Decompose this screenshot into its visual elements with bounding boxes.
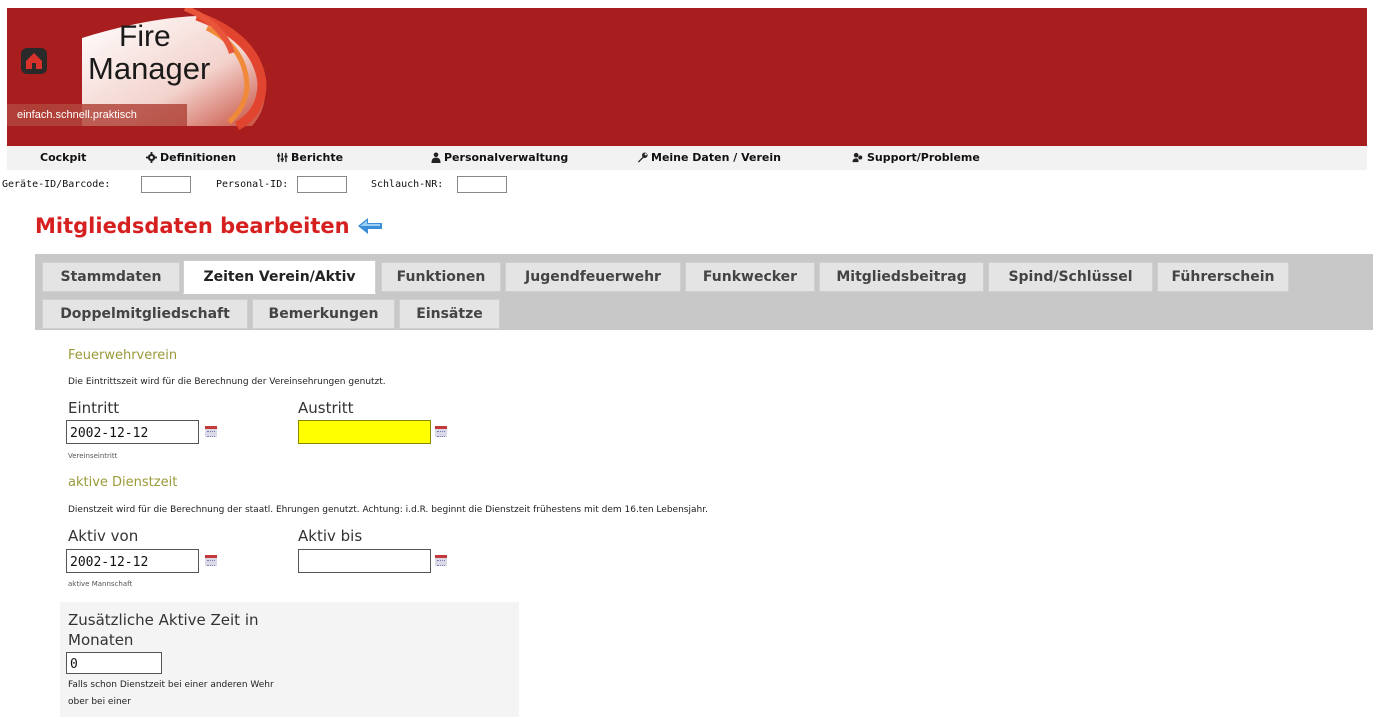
nav-personalverwaltung[interactable]: Personalverwaltung [431, 151, 568, 164]
nav-meine-daten[interactable]: Meine Daten / Verein [637, 151, 781, 164]
aktiv-bis-calendar-icon[interactable] [435, 555, 447, 566]
home-icon[interactable] [21, 48, 47, 74]
tab-zeiten-verein-aktiv[interactable]: Zeiten Verein/Aktiv [183, 260, 376, 294]
geraete-id-label: Geräte-ID/Barcode: [2, 179, 111, 190]
tab-jugendfeuerwehr[interactable]: Jugendfeuerwehr [505, 262, 681, 292]
zusaetzliche-zeit-label: Zusätzliche Aktive Zeit in Monaten [68, 611, 259, 649]
aktiv-description: Dienstzeit wird für die Berechnung der s… [68, 505, 708, 515]
logo-text-manager: Manager [88, 51, 211, 86]
tagline: einfach.schnell.praktisch [17, 109, 137, 121]
main-nav: Cockpit Definitionen Berichte Personalve… [7, 146, 1367, 170]
eintritt-label: Eintritt [68, 399, 120, 417]
wrench-icon [637, 152, 648, 163]
aktiv-bis-label: Aktiv bis [298, 527, 363, 545]
aktiv-von-hint: aktive Mannschaft [68, 580, 133, 588]
tab-mitgliedsbeitrag[interactable]: Mitgliedsbeitrag [819, 262, 984, 292]
quick-search-bar: Geräte-ID/Barcode: Personal-ID: Schlauch… [0, 175, 1373, 197]
austritt-label: Austritt [298, 399, 354, 417]
nav-support[interactable]: Support/Probleme [852, 151, 980, 164]
users-icon [852, 152, 863, 163]
tab-fuehrerschein[interactable]: Führerschein [1157, 262, 1289, 292]
aktiv-von-input[interactable] [66, 549, 199, 573]
verein-description: Die Eintrittszeit wird für die Berechnun… [68, 377, 386, 387]
personal-id-label: Personal-ID: [216, 179, 289, 190]
zusaetzliche-zeit-input[interactable] [66, 652, 162, 674]
tab-funkwecker[interactable]: Funkwecker [685, 262, 815, 292]
aktiv-von-calendar-icon[interactable] [205, 555, 217, 566]
eintritt-hint: Vereinseintritt [68, 452, 118, 460]
zusaetzliche-zeit-hint: Falls schon Dienstzeit bei einer anderen… [68, 680, 274, 707]
sliders-icon [277, 152, 288, 163]
section-feuerwehrverein: Feuerwehrverein [68, 348, 178, 363]
aktiv-von-label: Aktiv von [68, 527, 139, 545]
logo-text-fire: Fire [119, 20, 171, 53]
geraete-id-input[interactable] [141, 176, 191, 193]
schlauch-nr-label: Schlauch-NR: [371, 179, 444, 190]
schlauch-nr-input[interactable] [457, 176, 507, 193]
gear-icon [146, 152, 157, 163]
nav-definitionen-label: Definitionen [160, 151, 237, 164]
nav-cockpit[interactable]: Cockpit [40, 151, 86, 164]
austritt-input[interactable] [298, 420, 431, 444]
tab-einsaetze[interactable]: Einsätze [399, 299, 500, 329]
zusaetzliche-zeit-panel: Zusätzliche Aktive Zeit in Monaten Falls… [60, 602, 519, 717]
nav-berichte-label: Berichte [291, 151, 344, 164]
tab-bar: Stammdaten Zeiten Verein/Aktiv Funktione… [35, 254, 1373, 330]
nav-personalverwaltung-label: Personalverwaltung [444, 151, 569, 164]
tab-stammdaten[interactable]: Stammdaten [42, 262, 180, 292]
person-icon [431, 152, 441, 163]
page-title: Mitgliedsdaten bearbeiten [35, 214, 382, 238]
section-aktive-dienstzeit: aktive Dienstzeit [68, 475, 178, 490]
nav-definitionen[interactable]: Definitionen [146, 151, 236, 164]
eintritt-input[interactable] [66, 420, 199, 444]
nav-support-label: Support/Probleme [867, 151, 980, 164]
austritt-calendar-icon[interactable] [435, 426, 447, 437]
aktiv-bis-input[interactable] [298, 549, 431, 573]
nav-cockpit-label: Cockpit [40, 151, 87, 164]
tab-content: Feuerwehrverein Die Eintrittszeit wird f… [35, 330, 1373, 717]
personal-id-input[interactable] [297, 176, 347, 193]
page-title-text: Mitgliedsdaten bearbeiten [35, 214, 350, 238]
back-arrow-icon[interactable] [357, 218, 382, 234]
nav-berichte[interactable]: Berichte [277, 151, 343, 164]
app-header: Fire Manager einfach.schnell.praktisch [7, 8, 1367, 146]
tab-spind-schluessel[interactable]: Spind/Schlüssel [988, 262, 1153, 292]
tab-doppelmitgliedschaft[interactable]: Doppelmitgliedschaft [42, 299, 248, 329]
tab-bemerkungen[interactable]: Bemerkungen [252, 299, 395, 329]
tab-funktionen[interactable]: Funktionen [381, 262, 501, 292]
eintritt-calendar-icon[interactable] [205, 426, 217, 437]
nav-meine-daten-label: Meine Daten / Verein [651, 151, 781, 164]
fire-manager-logo[interactable]: Fire Manager einfach.schnell.praktisch [7, 8, 277, 132]
